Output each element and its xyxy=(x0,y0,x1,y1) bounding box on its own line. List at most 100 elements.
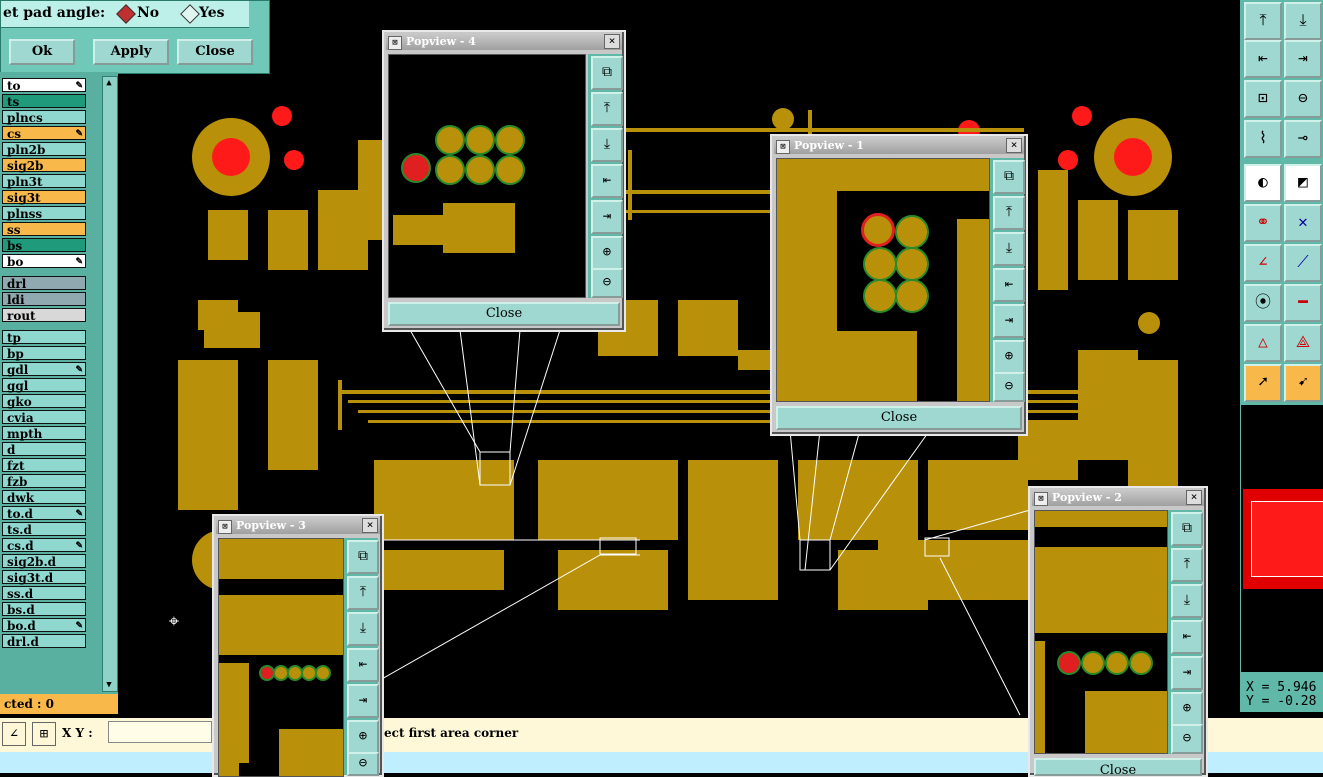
zoom-out-icon[interactable]: ⊖ xyxy=(591,268,623,298)
zoom-out-icon[interactable]: ⊖ xyxy=(1171,724,1203,754)
popview-2-titlebar[interactable]: Popview - 2 xyxy=(1032,490,1204,506)
layer-item[interactable]: sig3t.d xyxy=(2,570,86,585)
layer-item[interactable]: sig2b.d xyxy=(2,554,86,569)
window-icon[interactable]: ⧉ xyxy=(591,56,623,90)
layer-item[interactable]: bo.d ✎ xyxy=(2,618,86,633)
pan-down-icon[interactable]: ⤓ xyxy=(1284,2,1322,40)
minus-icon[interactable]: ━ xyxy=(1284,284,1322,322)
layer-item[interactable]: gko xyxy=(2,394,86,409)
pan-up-icon[interactable]: ⤒ xyxy=(591,92,623,126)
pan-left-icon[interactable]: ⇤ xyxy=(347,648,379,682)
layer-item[interactable]: mpth xyxy=(2,426,86,441)
popview-4-close-button[interactable]: Close xyxy=(388,302,620,326)
layer-item[interactable]: tp xyxy=(2,330,86,345)
layer-item[interactable]: drl.d xyxy=(2,634,86,649)
popview-2-close-button[interactable]: Close xyxy=(1034,758,1202,776)
pan-left-icon[interactable]: ⇤ xyxy=(1244,40,1282,78)
pointer-select-icon[interactable]: ➹ xyxy=(1284,364,1322,402)
zoom-in-icon[interactable]: ⊕ xyxy=(993,340,1025,374)
pan-up-icon[interactable]: ⤒ xyxy=(347,576,379,610)
layer-item[interactable]: to ✎ xyxy=(2,78,86,93)
overview-map[interactable] xyxy=(1240,405,1323,672)
zoom-in-icon[interactable]: ⊕ xyxy=(1171,692,1203,726)
pan-down-icon[interactable]: ⤓ xyxy=(591,128,623,162)
layer-item[interactable]: ts xyxy=(2,94,86,109)
popview-4-view[interactable] xyxy=(388,54,586,298)
close-icon[interactable]: × xyxy=(1186,490,1202,505)
cross-icon[interactable]: ✕ xyxy=(1284,204,1322,242)
via-icon[interactable]: ⦿ xyxy=(1244,284,1282,322)
layer-item[interactable]: ss.d xyxy=(2,586,86,601)
zoom-fit-icon[interactable]: ⊡ xyxy=(1244,80,1282,118)
grid-icon[interactable]: ⊞ xyxy=(32,722,56,746)
zoom-in-icon[interactable]: ⊕ xyxy=(591,236,623,270)
layer-scrollbar[interactable]: ▲ ▼ xyxy=(102,76,118,692)
layer-item[interactable]: dwk xyxy=(2,490,86,505)
popview-3-view[interactable] xyxy=(218,538,344,777)
pan-down-icon[interactable]: ⤓ xyxy=(993,232,1025,266)
probe-icon[interactable]: ⊸ xyxy=(1284,120,1322,158)
layer-item[interactable]: fzt xyxy=(2,458,86,473)
layer-item[interactable]: bo ✎ xyxy=(2,254,86,269)
zoom-out-icon[interactable]: ⊖ xyxy=(347,752,379,776)
net-icon[interactable]: ⚭ xyxy=(1244,204,1282,242)
layer-item[interactable]: ldi xyxy=(2,292,86,307)
pointer-icon[interactable]: ➚ xyxy=(1244,364,1282,402)
pan-up-icon[interactable]: ⤒ xyxy=(1171,548,1203,582)
close-button[interactable]: Close xyxy=(177,39,253,65)
measure-icon[interactable]: ⌇ xyxy=(1244,120,1282,158)
triangle-icon[interactable]: △ xyxy=(1244,324,1282,362)
layer-item[interactable]: drl xyxy=(2,276,86,291)
layer-item[interactable]: plncs xyxy=(2,110,86,125)
layer-item[interactable]: bp xyxy=(2,346,86,361)
window-icon[interactable]: ⧉ xyxy=(993,160,1025,194)
pan-left-icon[interactable]: ⇤ xyxy=(993,268,1025,302)
xy-input[interactable] xyxy=(108,721,212,743)
scroll-up-icon[interactable]: ▲ xyxy=(104,77,114,89)
snap-angle-icon[interactable]: ∠ xyxy=(2,722,26,746)
layer-item[interactable]: pln2b xyxy=(2,142,86,157)
layer-item[interactable]: cvia xyxy=(2,410,86,425)
layer-item[interactable]: sig2b xyxy=(2,158,86,173)
pan-up-icon[interactable]: ⤒ xyxy=(1244,2,1282,40)
pan-right-icon[interactable]: ⇥ xyxy=(591,200,623,234)
pan-down-icon[interactable]: ⤓ xyxy=(1171,584,1203,618)
pan-left-icon[interactable]: ⇤ xyxy=(591,164,623,198)
select-pad-icon[interactable]: ◐ xyxy=(1244,164,1282,202)
layer-item[interactable]: to.d ✎ xyxy=(2,506,86,521)
pan-right-icon[interactable]: ⇥ xyxy=(347,684,379,718)
pan-right-icon[interactable]: ⇥ xyxy=(1284,40,1322,78)
select-trace-icon[interactable]: ◩ xyxy=(1284,164,1322,202)
zoom-out-icon[interactable]: ⊖ xyxy=(1284,80,1322,118)
layer-item[interactable]: rout xyxy=(2,308,86,323)
pan-left-icon[interactable]: ⇤ xyxy=(1171,620,1203,654)
popview-1-close-button[interactable]: Close xyxy=(776,406,1022,430)
window-icon[interactable]: ⧉ xyxy=(1171,512,1203,546)
popview-3-titlebar[interactable]: Popview - 3 xyxy=(216,518,380,534)
layer-item[interactable]: fzb xyxy=(2,474,86,489)
pan-right-icon[interactable]: ⇥ xyxy=(1171,656,1203,690)
close-icon[interactable]: × xyxy=(362,518,378,533)
layer-item[interactable]: ggl xyxy=(2,378,86,393)
ok-button[interactable]: Ok xyxy=(9,39,75,65)
layer-item[interactable]: gdl ✎ xyxy=(2,362,86,377)
layer-item[interactable]: d xyxy=(2,442,86,457)
layer-item[interactable]: cs.d ✎ xyxy=(2,538,86,553)
window-icon[interactable]: ⧉ xyxy=(347,540,379,574)
scroll-down-icon[interactable]: ▼ xyxy=(104,679,114,691)
pan-up-icon[interactable]: ⤒ xyxy=(993,196,1025,230)
layer-item[interactable]: ts.d xyxy=(2,522,86,537)
popview-2-view[interactable] xyxy=(1034,510,1168,754)
popview-4-titlebar[interactable]: Popview - 4 xyxy=(386,34,622,50)
triangle-alt-icon[interactable]: ⟁ xyxy=(1284,324,1322,362)
layer-item[interactable]: cs ✎ xyxy=(2,126,86,141)
popview-1-titlebar[interactable]: Popview - 1 xyxy=(774,138,1024,154)
popview-1-view[interactable] xyxy=(776,158,990,402)
pan-down-icon[interactable]: ⤓ xyxy=(347,612,379,646)
layer-item[interactable]: ss xyxy=(2,222,86,237)
close-icon[interactable]: × xyxy=(1006,138,1022,153)
close-icon[interactable]: × xyxy=(604,34,620,49)
apply-button[interactable]: Apply xyxy=(93,39,169,65)
layer-item[interactable]: plnss xyxy=(2,206,86,221)
layer-item[interactable]: bs.d xyxy=(2,602,86,617)
